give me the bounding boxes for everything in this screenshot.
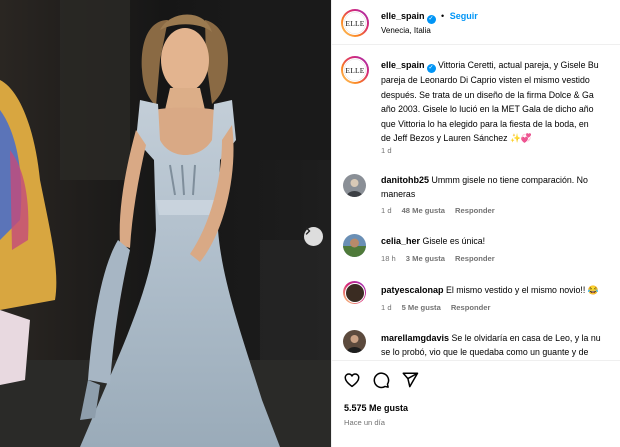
caption-line: después. Se trata de un diseño de la fir… xyxy=(381,89,594,100)
comment-line: Gisele es única! xyxy=(422,236,486,246)
commenter-avatar[interactable] xyxy=(343,330,366,353)
avatar[interactable]: ELLE xyxy=(341,9,369,37)
action-bar xyxy=(343,371,419,389)
caption-line: de Jeff Bezos y Lauren Sánchez ✨💞 xyxy=(381,131,620,146)
avatar-image xyxy=(346,335,363,353)
caption-age: 1 d xyxy=(381,146,392,155)
caption-line: Vittoria Ceretti, actual pareja, y Gisel… xyxy=(437,60,599,70)
commenter-avatar[interactable] xyxy=(343,281,366,304)
caption-line: pareja de Leonardo Di Caprio visten el m… xyxy=(381,75,590,85)
comment-likes[interactable]: 48 Me gusta xyxy=(402,206,445,215)
post-header: ELLE elle_spain ✓ • Seguir Venecia, Itali… xyxy=(332,0,620,45)
comment-text: celia_her Gisele es única! xyxy=(381,234,620,248)
comment-meta: 18 h 3 Me gusta Responder xyxy=(381,254,505,263)
comment-line: Ummm gisele no tiene comparación. No xyxy=(431,175,588,185)
commenter-username[interactable]: celia_her xyxy=(381,236,420,246)
location[interactable]: Venecia, Italia xyxy=(381,26,431,35)
avatar-image xyxy=(346,179,363,197)
comment-line: Se le olvidaría en casa de Leo, y la nu xyxy=(451,333,601,343)
reply-button[interactable]: Responder xyxy=(455,206,495,215)
reply-button[interactable]: Responder xyxy=(455,254,495,263)
caption-line: que Vittoria lo ha elegido para la fiest… xyxy=(381,118,589,129)
follow-button[interactable]: Seguir xyxy=(450,11,478,21)
photo-illustration xyxy=(0,0,331,447)
comment-likes[interactable]: 5 Me gusta xyxy=(402,303,441,312)
comment-line: se lo probó, vio que le quedaba como un … xyxy=(381,347,589,357)
avatar-image xyxy=(344,282,365,303)
avatar-logo: ELLE xyxy=(343,58,367,82)
dot-separator: • xyxy=(441,11,445,21)
avatar-logo: ELLE xyxy=(343,11,367,35)
username[interactable]: elle_spain xyxy=(381,11,425,21)
reply-button[interactable]: Responder xyxy=(451,303,491,312)
comment-line: maneras xyxy=(381,189,416,199)
comment-meta: 1 d 5 Me gusta Responder xyxy=(381,303,500,312)
commenter-username[interactable]: patyescalonap xyxy=(381,285,444,295)
comment-meta: 1 d 48 Me gusta Responder xyxy=(381,206,505,215)
verified-icon: ✓ xyxy=(426,64,436,73)
post-details-panel: ELLE elle_spain ✓ • Seguir Venecia, Itali… xyxy=(331,0,620,447)
like-count[interactable]: 5.575 Me gusta xyxy=(344,403,408,413)
comment-icon[interactable] xyxy=(372,371,390,389)
commenter-username[interactable]: danitohb25 xyxy=(381,175,429,185)
comment-age: 1 d xyxy=(381,303,392,312)
heart-icon[interactable] xyxy=(343,371,361,389)
comment-age: 18 h xyxy=(381,254,396,263)
verified-icon: ✓ xyxy=(426,15,436,24)
comment-age: 1 d xyxy=(381,206,392,215)
caption-text: elle_spain ✓ Vittoria Ceretti, actual par… xyxy=(381,58,620,146)
avatar-image xyxy=(343,238,366,257)
comment-text: danitohb25 Ummm gisele no tiene comparac… xyxy=(381,173,620,201)
caption-avatar[interactable]: ELLE xyxy=(341,56,369,84)
commenter-avatar[interactable] xyxy=(343,174,366,197)
comment-likes[interactable]: 3 Me gusta xyxy=(406,254,445,263)
post-photo[interactable] xyxy=(0,0,331,447)
commenter-avatar[interactable] xyxy=(343,234,366,257)
comment-text: marellamgdavis Se le olvidaría en casa d… xyxy=(381,331,620,359)
post-time: Hace un día xyxy=(344,418,385,427)
post-footer: 5.575 Me gusta Hace un día xyxy=(332,360,620,447)
share-icon[interactable] xyxy=(401,371,419,389)
comment-line: El mismo vestido y el mismo novio!! 😂 xyxy=(445,285,599,295)
commenter-username[interactable]: marellamgdavis xyxy=(381,333,449,343)
comment-text: patyescalonap El mismo vestido y el mism… xyxy=(381,283,620,297)
chevron-right-icon xyxy=(305,227,311,235)
next-photo-button[interactable] xyxy=(304,227,323,246)
caption-username[interactable]: elle_spain xyxy=(381,60,425,70)
caption-line: año 2003. Gisele lo lució en la MET Gala… xyxy=(381,104,594,114)
caption-line-last: de Jeff Bezos y Lauren Sánchez ✨💞 xyxy=(381,133,532,143)
